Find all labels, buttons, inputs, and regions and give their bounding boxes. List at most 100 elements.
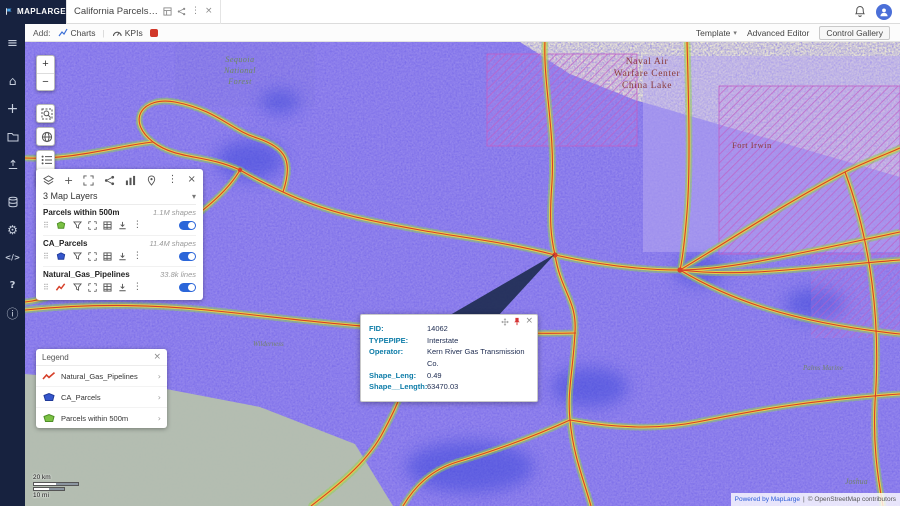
menu-icon[interactable]: ≡ (0, 31, 25, 56)
drag-handle-icon[interactable]: ⠿ (43, 221, 49, 230)
network-icon[interactable] (104, 175, 115, 186)
attribution-brand-link[interactable]: Powered by MapLarge (735, 496, 800, 503)
layer-name: Parcels within 500m (43, 208, 120, 217)
popup-move-icon[interactable] (501, 317, 510, 326)
add-layer-icon[interactable]: + (64, 175, 73, 186)
layer-count: 11.4M shapes (149, 239, 196, 248)
popup-close-icon[interactable]: × (525, 317, 533, 326)
layers-panel-title-row[interactable]: 3 Map Layers ▾ (43, 187, 196, 205)
add-icon[interactable]: + (0, 96, 25, 121)
user-icon (880, 8, 888, 16)
legend-close-icon[interactable]: × (153, 352, 161, 362)
legend-polygon-icon-blue (43, 392, 55, 401)
legend-item-parcels-500m[interactable]: Parcels within 500m › (36, 408, 167, 428)
layer-visibility-toggle[interactable] (179, 252, 196, 261)
attribution-divider: | (803, 496, 805, 503)
data-stack-icon[interactable] (0, 189, 25, 214)
tab-kebab-icon[interactable]: ⋮ (191, 7, 200, 16)
tab-close-icon[interactable]: × (205, 7, 213, 16)
label-sequoia: Sequoia (225, 55, 254, 64)
charts-icon (58, 28, 68, 37)
legend-item-ca-parcels[interactable]: CA_Parcels › (36, 387, 167, 408)
folder-icon[interactable] (0, 124, 25, 149)
label-wilderness: Wilderness (253, 340, 284, 348)
fit-bounds-icon[interactable] (88, 252, 97, 261)
add-label: Add: (33, 27, 51, 38)
add-charts-button[interactable]: Charts (58, 28, 96, 38)
download-icon[interactable] (118, 283, 127, 292)
zoom-in-button[interactable]: + (37, 56, 54, 73)
layer-kebab-icon[interactable]: ⋮ (133, 283, 142, 292)
box-zoom-control[interactable] (36, 104, 55, 123)
layers-panel-toolbar: + ⋮ × (43, 173, 196, 187)
layer-list-button[interactable] (37, 151, 54, 169)
logo-text: MAPLARGE (17, 7, 66, 16)
scale-km-label: 20 km (33, 474, 51, 481)
add-kpis-button[interactable]: KPIs (112, 28, 143, 38)
map-attribution: Powered by MapLarge | © OpenStreetMap co… (730, 493, 900, 506)
panel-close-icon[interactable]: × (188, 175, 196, 185)
attribution-osm-link[interactable]: © OpenStreetMap contributors (808, 496, 896, 503)
filter-icon[interactable] (72, 252, 82, 261)
map-scale: 20 km 10 mi (33, 474, 79, 499)
control-gallery-button[interactable]: Control Gallery (819, 25, 890, 40)
template-button[interactable]: Template ▾ (696, 28, 737, 38)
upload-icon[interactable] (0, 152, 25, 177)
template-chevron-down-icon: ▾ (733, 28, 737, 37)
layer-polygon-icon-green[interactable] (55, 220, 67, 231)
chart-icon[interactable] (125, 175, 136, 186)
toolbar-right-group: Template ▾ Advanced Editor Control Galle… (696, 25, 892, 40)
layer-line-icon-red[interactable] (55, 282, 67, 293)
table-icon[interactable] (103, 283, 112, 292)
zoom-out-button[interactable]: − (37, 73, 54, 90)
scale-mi-bar (33, 487, 65, 491)
report-icon[interactable] (163, 7, 172, 16)
basemap-globe-control[interactable] (36, 127, 55, 146)
table-icon[interactable] (103, 252, 112, 261)
download-icon[interactable] (118, 252, 127, 261)
layer-visibility-toggle[interactable] (179, 283, 196, 292)
popup-pin-icon[interactable] (513, 317, 521, 326)
legend-item-pipelines[interactable]: Natural_Gas_Pipelines › (36, 366, 167, 387)
code-icon[interactable]: </> (0, 245, 25, 270)
panel-kebab-icon[interactable]: ⋮ (168, 175, 178, 185)
tab-title: California Parcels ... (74, 6, 158, 17)
bullet-list-icon (41, 155, 52, 165)
user-avatar[interactable] (876, 3, 892, 20)
layer-kebab-icon[interactable]: ⋮ (133, 252, 142, 261)
map-pin-icon[interactable] (146, 174, 157, 186)
app-sidebar: ≡ ⌂ + ⚙ </> ? ⓘ (0, 0, 25, 506)
legend-chevron-right-icon: › (157, 413, 161, 423)
table-icon[interactable] (103, 221, 112, 230)
settings-gear-icon[interactable]: ⚙ (0, 217, 25, 242)
popup-field-row: Shape__Length: 63470.03 (369, 382, 459, 392)
kpi-gauge-icon (112, 31, 122, 37)
notifications-bell-icon[interactable] (854, 5, 866, 18)
info-icon[interactable]: ⓘ (0, 301, 25, 326)
help-icon[interactable]: ? (0, 273, 25, 298)
filter-icon[interactable] (72, 283, 82, 292)
maplarge-logo[interactable]: MAPLARGE (0, 0, 66, 24)
legend-title: Legend (42, 352, 69, 362)
download-icon[interactable] (118, 221, 127, 230)
layers-icon[interactable] (43, 174, 54, 186)
red-widget-icon[interactable] (149, 28, 158, 37)
popup-field-row: TYPEPIPE: Interstate (369, 335, 459, 345)
layer-kebab-icon[interactable]: ⋮ (133, 221, 142, 230)
share-icon[interactable] (177, 7, 186, 16)
expand-icon[interactable] (83, 174, 94, 186)
layer-count: 1.1M shapes (153, 208, 196, 217)
tab-california-parcels[interactable]: California Parcels ... ⋮ × (66, 0, 221, 24)
home-icon[interactable]: ⌂ (0, 68, 25, 93)
legend-polygon-icon-green (43, 413, 55, 422)
drag-handle-icon[interactable]: ⠿ (43, 283, 49, 292)
advanced-editor-button[interactable]: Advanced Editor (747, 28, 809, 38)
layer-visibility-toggle[interactable] (179, 221, 196, 230)
drag-handle-icon[interactable]: ⠿ (43, 252, 49, 261)
top-bar: MAPLARGE California Parcels ... ⋮ × (0, 0, 900, 24)
svg-text:Warfare Center: Warfare Center (614, 68, 681, 79)
fit-bounds-icon[interactable] (88, 221, 97, 230)
layer-polygon-icon-blue[interactable] (55, 251, 67, 262)
filter-icon[interactable] (72, 221, 82, 230)
fit-bounds-icon[interactable] (88, 283, 97, 292)
